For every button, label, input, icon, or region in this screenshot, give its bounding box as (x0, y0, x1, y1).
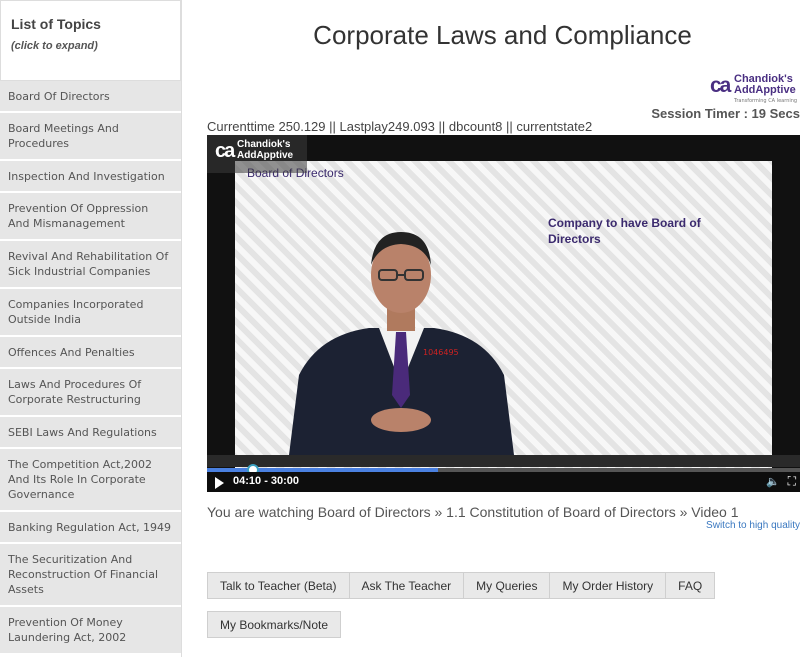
topic-banking-regulation[interactable]: Banking Regulation Act, 1949 (0, 512, 181, 544)
presenter-desk (207, 455, 800, 467)
talk-to-teacher-button[interactable]: Talk to Teacher (Beta) (207, 572, 350, 599)
brand-name-line2: AddApptive (734, 84, 796, 96)
sidebar-title: List of Topics (11, 16, 101, 32)
play-icon[interactable] (215, 477, 224, 489)
topic-money-laundering[interactable]: Prevention Of Money Laundering Act, 2002 (0, 607, 181, 655)
bookmarks-notes-button[interactable]: My Bookmarks/Note (207, 611, 342, 638)
topic-offences[interactable]: Offences And Penalties (0, 337, 181, 369)
session-timer: Session Timer : 19 Secs (651, 106, 800, 121)
topic-securitization[interactable]: The Securitization And Reconstruction Of… (0, 544, 181, 607)
video-player[interactable]: Board of Directors Company to have Board… (207, 135, 800, 492)
video-controls: 04:10 - 30:00 🔈 ⛶ (207, 472, 800, 492)
topic-competition-act[interactable]: The Competition Act,2002 And Its Role In… (0, 449, 181, 512)
topic-board-meetings[interactable]: Board Meetings And Procedures (0, 113, 181, 161)
topic-restructuring[interactable]: Laws And Procedures Of Corporate Restruc… (0, 369, 181, 417)
my-queries-button[interactable]: My Queries (463, 572, 551, 599)
topic-companies-outside-india[interactable]: Companies Incorporated Outside India (0, 289, 181, 337)
sidebar-header: List of Topics (click to expand) (0, 0, 181, 81)
brand-logo-mark: ca (710, 74, 731, 97)
video-logo-line2: AddApptive (237, 150, 294, 161)
now-watching-breadcrumb: You are watching Board of Directors » 1.… (207, 504, 739, 520)
switch-high-quality-link[interactable]: Switch to high quality (706, 520, 800, 531)
topic-revival[interactable]: Revival And Rehabilitation Of Sick Indus… (0, 241, 181, 289)
video-watermark: 1046495 (423, 348, 459, 357)
topics-sidebar: List of Topics (click to expand) Board O… (0, 0, 182, 657)
topic-sebi[interactable]: SEBI Laws And Regulations (0, 417, 181, 449)
brand-tagline: Transforming CA learning (734, 98, 798, 104)
faq-button[interactable]: FAQ (665, 572, 716, 599)
my-order-history-button[interactable]: My Order History (549, 572, 667, 599)
sidebar-subtitle: (click to expand) (11, 40, 98, 52)
volume-icon[interactable]: 🔈 (766, 475, 780, 488)
topic-board-of-directors[interactable]: Board Of Directors (0, 81, 181, 113)
video-brand-logo: ca Chandiok's AddApptive (207, 135, 307, 173)
video-logo-mark: ca (215, 140, 235, 162)
ask-teacher-button[interactable]: Ask The Teacher (348, 572, 465, 599)
presenter-image (289, 232, 514, 455)
action-tab-bar: Talk to Teacher (Beta) Ask The Teacher M… (207, 572, 716, 599)
video-logo-line1: Chandiok's (237, 139, 291, 150)
slide-text: Company to have Board of Directors (548, 216, 701, 246)
video-time: 04:10 - 30:00 (233, 475, 300, 487)
player-debug-status: Currenttime 250.129 || Lastplay249.093 |… (207, 119, 593, 134)
topic-inspection[interactable]: Inspection And Investigation (0, 161, 181, 193)
brand-logo: ca Chandiok's AddApptive Transforming CA… (708, 72, 800, 106)
fullscreen-icon[interactable]: ⛶ (788, 474, 796, 489)
topic-prevention-oppression[interactable]: Prevention Of Oppression And Mismanageme… (0, 193, 181, 241)
page-title: Corporate Laws and Compliance (313, 20, 692, 50)
